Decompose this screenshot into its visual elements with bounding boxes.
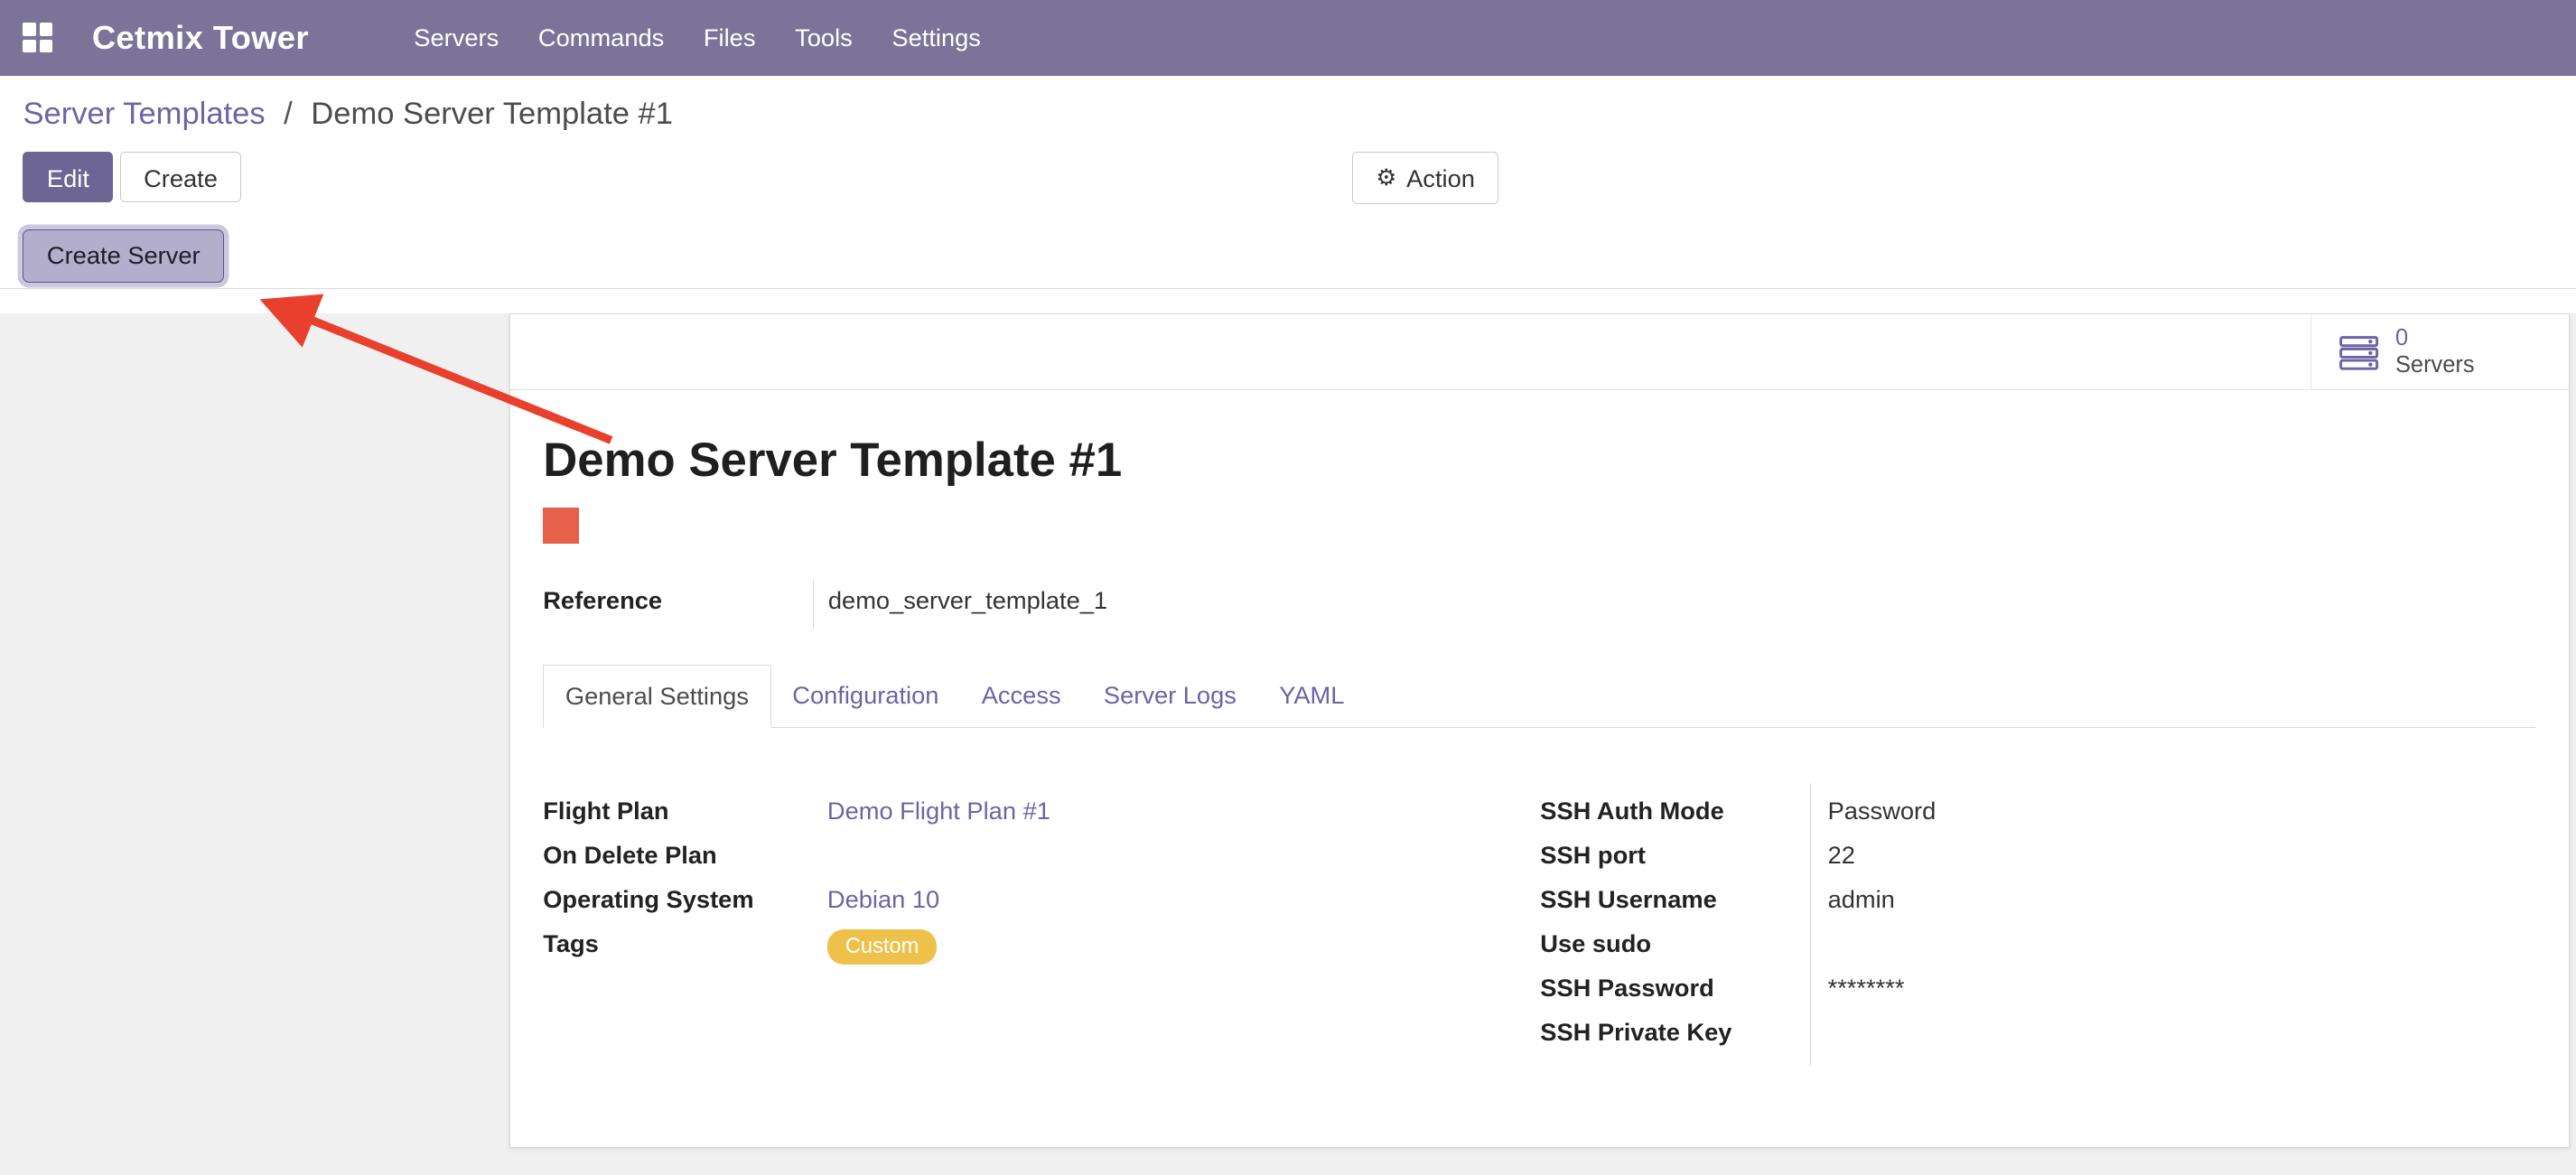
field-flight-plan: Flight Plan Demo Flight Plan #1 — [543, 797, 1540, 829]
record-sheet: 0 Servers Demo Server Template #1 Refere… — [509, 313, 2570, 1148]
menu-commands[interactable]: Commands — [518, 14, 684, 62]
field-ssh-auth-mode: SSH Auth Mode Password — [1540, 797, 2535, 829]
tag-custom: Custom — [827, 929, 937, 965]
tab-yaml[interactable]: YAML — [1258, 665, 1367, 728]
ssh-password-value: ******** — [1810, 974, 1905, 1002]
reference-value: demo_server_template_1 — [813, 580, 1108, 629]
operating-system-link[interactable]: Debian 10 — [827, 885, 939, 914]
flight-plan-link[interactable]: Demo Flight Plan #1 — [827, 797, 1050, 825]
tab-general-settings[interactable]: General Settings — [543, 665, 770, 728]
field-label: Operating System — [543, 885, 827, 914]
menu-settings[interactable]: Settings — [873, 14, 1001, 62]
field-tags: Tags Custom — [543, 929, 1540, 965]
color-swatch[interactable] — [543, 508, 579, 544]
field-label: SSH Password — [1540, 974, 1809, 1002]
servers-stat-button[interactable]: 0 Servers — [2310, 314, 2569, 389]
field-label: Flight Plan — [543, 797, 827, 825]
tab-access[interactable]: Access — [960, 665, 1082, 728]
tags-value: Custom — [827, 929, 937, 965]
breadcrumb-separator: / — [284, 97, 293, 131]
content-area: 0 Servers Demo Server Template #1 Refere… — [0, 313, 2576, 1174]
field-label: SSH Username — [1540, 885, 1809, 914]
button-box-row: 0 Servers — [510, 314, 2569, 390]
edit-button[interactable]: Edit — [23, 152, 113, 202]
stat-label: Servers — [2395, 352, 2475, 378]
tab-configuration[interactable]: Configuration — [771, 665, 960, 728]
field-label: SSH Private Key — [1540, 1018, 1809, 1047]
breadcrumb: Server Templates / Demo Server Template … — [23, 97, 2576, 132]
field-label: SSH port — [1540, 841, 1809, 870]
top-navbar: Cetmix Tower Servers Commands Files Tool… — [0, 0, 2576, 76]
field-use-sudo: Use sudo — [1540, 929, 2535, 962]
menu-servers[interactable]: Servers — [394, 14, 518, 62]
servers-icon — [2338, 334, 2380, 370]
fields-left-group: Flight Plan Demo Flight Plan #1 On Delet… — [543, 797, 1540, 1063]
stat-text: 0 Servers — [2395, 325, 2475, 378]
reference-label: Reference — [543, 580, 812, 629]
tab-server-logs[interactable]: Server Logs — [1082, 665, 1257, 728]
field-label: On Delete Plan — [543, 841, 827, 870]
create-button[interactable]: Create — [120, 152, 242, 202]
reference-field: Reference demo_server_template_1 — [543, 580, 2535, 629]
breadcrumb-current: Demo Server Template #1 — [311, 97, 673, 131]
breadcrumb-parent-link[interactable]: Server Templates — [23, 97, 265, 131]
field-label: SSH Auth Mode — [1540, 797, 1809, 825]
apps-grid-icon[interactable] — [23, 23, 52, 52]
gear-icon: ⚙ — [1376, 167, 1396, 190]
main-menu: Servers Commands Files Tools Settings — [394, 14, 1000, 62]
fields-right-group: SSH Auth Mode Password SSH port 22 SSH U… — [1540, 797, 2535, 1063]
record-title: Demo Server Template #1 — [543, 433, 2535, 488]
stat-count: 0 — [2395, 325, 2475, 351]
field-ssh-username: SSH Username admin — [1540, 885, 2535, 918]
action-button[interactable]: ⚙ Action — [1352, 152, 1498, 204]
tab-content-general-settings: Flight Plan Demo Flight Plan #1 On Delet… — [543, 728, 2535, 1063]
sheet-inner: Demo Server Template #1 Reference demo_s… — [510, 390, 2569, 1096]
field-label: Use sudo — [1540, 929, 1809, 958]
brand[interactable]: Cetmix Tower — [92, 19, 309, 57]
menu-files[interactable]: Files — [684, 14, 775, 62]
control-buttons: Edit Create ⚙ Action — [23, 152, 2576, 202]
field-on-delete-plan: On Delete Plan — [543, 841, 1540, 873]
statusbar: Create Server — [0, 229, 2576, 288]
ssh-auth-mode-value: Password — [1810, 797, 1937, 825]
control-panel: Server Templates / Demo Server Template … — [0, 97, 2576, 289]
ssh-port-value: 22 — [1810, 841, 1855, 870]
field-ssh-port: SSH port 22 — [1540, 841, 2535, 873]
notebook-tabs: General Settings Configuration Access Se… — [543, 665, 2535, 728]
field-operating-system: Operating System Debian 10 — [543, 885, 1540, 918]
field-ssh-private-key: SSH Private Key — [1540, 1018, 2535, 1050]
create-server-button[interactable]: Create Server — [23, 229, 224, 283]
menu-tools[interactable]: Tools — [775, 14, 872, 62]
field-ssh-password: SSH Password ******** — [1540, 974, 2535, 1006]
field-label: Tags — [543, 929, 827, 958]
page: Cetmix Tower Servers Commands Files Tool… — [0, 0, 2576, 1175]
ssh-username-value: admin — [1810, 885, 1895, 914]
action-button-label: Action — [1406, 166, 1475, 191]
